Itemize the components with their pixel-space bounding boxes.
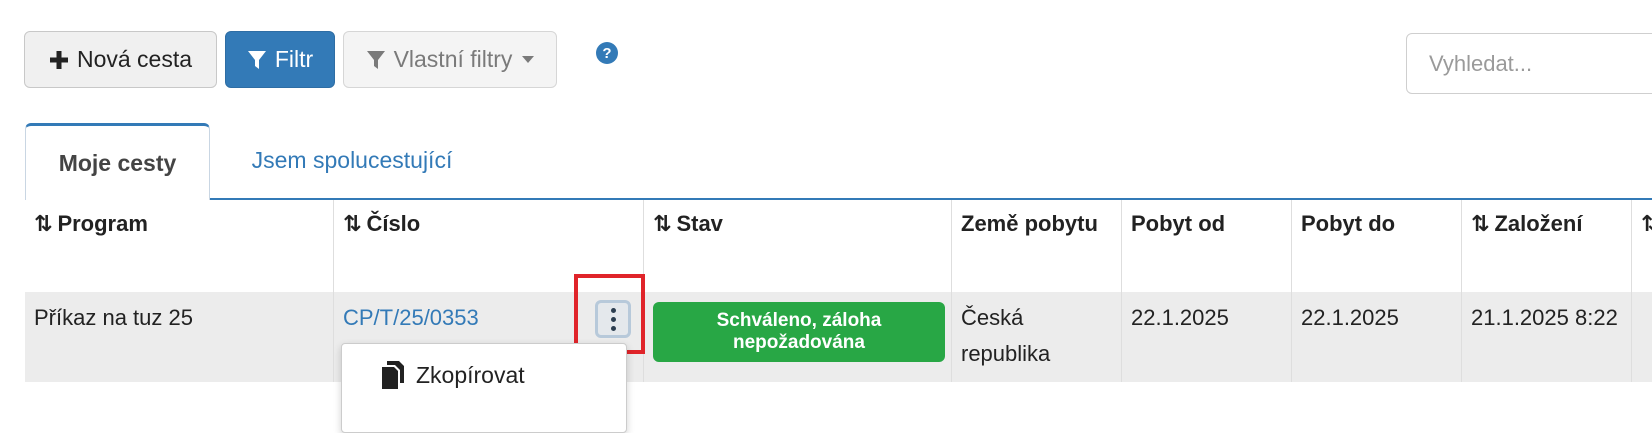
cell-status: Schváleno, záloha nepožadována bbox=[644, 292, 952, 382]
column-header-country: Země pobytu bbox=[952, 200, 1122, 292]
help-icon[interactable]: ? bbox=[596, 42, 618, 64]
custom-filters-label: Vlastní filtry bbox=[393, 46, 513, 72]
cell-program: Příkaz na tuz 25 bbox=[25, 292, 334, 382]
sort-icon: ⇅ bbox=[34, 211, 53, 236]
menu-item-copy[interactable]: Zkopírovat bbox=[380, 360, 525, 390]
cell-overflow bbox=[1632, 292, 1652, 382]
tab-bar: Moje cesty Jsem spolucestující bbox=[25, 123, 1652, 200]
column-header-stay-from: Pobyt od bbox=[1122, 200, 1292, 292]
custom-filters-dropdown[interactable]: Vlastní filtry bbox=[343, 31, 557, 88]
column-header-status[interactable]: ⇅ Stav bbox=[644, 200, 952, 292]
search-input[interactable] bbox=[1406, 33, 1652, 94]
row-actions-menu: Zkopírovat bbox=[341, 343, 627, 433]
table-row[interactable]: Příkaz na tuz 25 CP/T/25/0353 Schváleno,… bbox=[25, 292, 1652, 382]
filter-button[interactable]: Filtr bbox=[225, 31, 335, 88]
column-header-created[interactable]: ⇅ Založení bbox=[1462, 200, 1632, 292]
tab-co-traveler[interactable]: Jsem spolucestující bbox=[237, 123, 467, 198]
caret-down-icon bbox=[522, 56, 535, 63]
dot bbox=[610, 316, 616, 322]
new-trip-button[interactable]: Nová cesta bbox=[24, 31, 217, 88]
table-header: ⇅ Program ⇅ Číslo ⇅ Stav Země pobytu Pobyt … bbox=[25, 200, 1652, 294]
sort-icon: ⇅ bbox=[343, 211, 362, 236]
status-badge: Schváleno, záloha nepožadována bbox=[653, 302, 945, 362]
column-header-stay-to: Pobyt do bbox=[1292, 200, 1462, 292]
column-header-overflow: ⇅ bbox=[1632, 200, 1652, 292]
sort-icon: ⇅ bbox=[653, 211, 672, 236]
cell-country: Česká republika bbox=[952, 292, 1122, 382]
filter-label: Filtr bbox=[274, 46, 314, 72]
new-trip-label: Nová cesta bbox=[76, 46, 193, 72]
copy-icon bbox=[382, 361, 404, 389]
plus-icon bbox=[49, 50, 68, 69]
row-actions-kebab-button[interactable] bbox=[595, 300, 631, 338]
cell-stay-from: 22.1.2025 bbox=[1122, 292, 1292, 382]
filter-icon bbox=[247, 50, 266, 69]
cell-stay-to: 22.1.2025 bbox=[1292, 292, 1462, 382]
dot bbox=[610, 307, 616, 313]
cell-created: 21.1.2025 8:22 bbox=[1462, 292, 1632, 382]
toolbar: Nová cesta Filtr Vlastní filtry ? bbox=[0, 0, 1652, 110]
trip-number-link[interactable]: CP/T/25/0353 bbox=[343, 305, 479, 330]
sort-icon: ⇅ bbox=[1471, 211, 1490, 236]
tab-my-trips[interactable]: Moje cesty bbox=[25, 123, 210, 200]
column-header-program[interactable]: ⇅ Program bbox=[25, 200, 334, 292]
sort-icon: ⇅ bbox=[1641, 211, 1652, 236]
filter-icon bbox=[366, 50, 385, 69]
column-header-number[interactable]: ⇅ Číslo bbox=[334, 200, 644, 292]
dot bbox=[610, 325, 616, 331]
menu-item-label: Zkopírovat bbox=[416, 361, 525, 388]
